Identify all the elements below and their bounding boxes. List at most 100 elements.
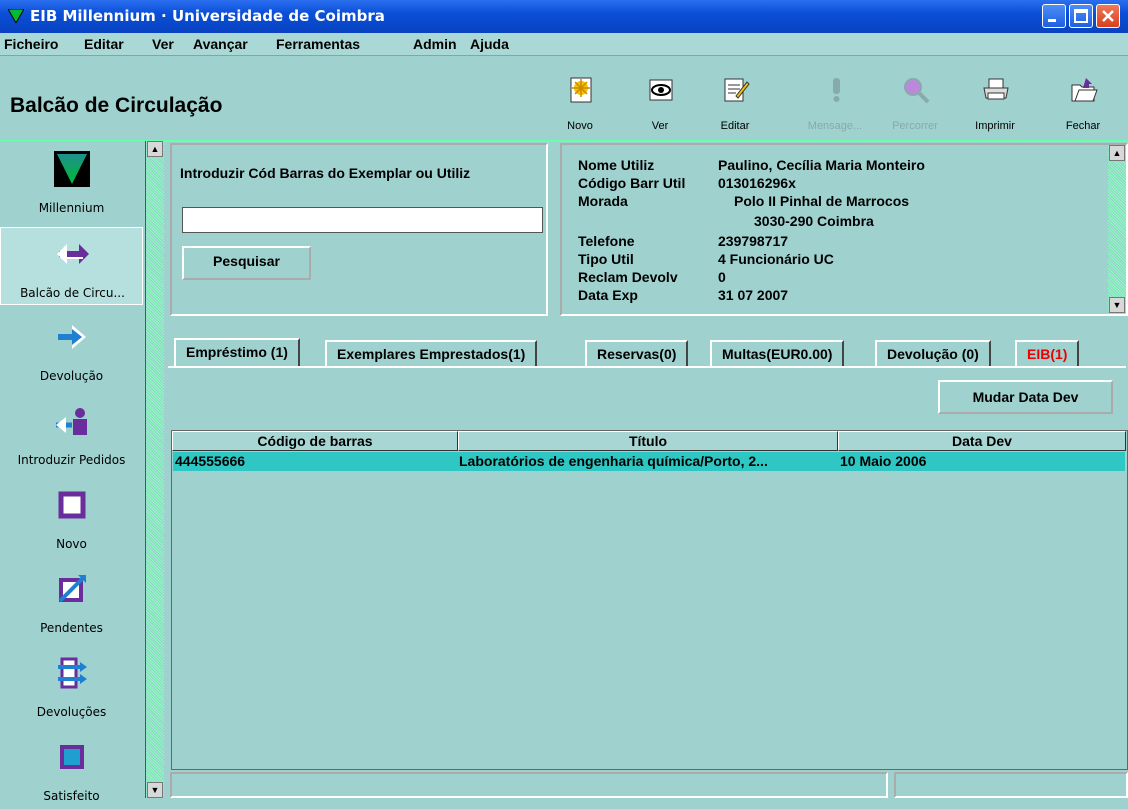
toolbar-imprimir-button[interactable]: Imprimir	[960, 60, 1030, 132]
toolbar-label: Ver	[651, 120, 669, 132]
menu-ferramentas[interactable]: Ferramentas	[276, 36, 360, 52]
double-arrow-icon	[57, 244, 89, 264]
menu-ver[interactable]: Ver	[152, 36, 174, 52]
user-field-label: Reclam Devolv	[578, 269, 678, 285]
search-label: Introduzir Cód Barras do Exemplar ou Uti…	[180, 165, 471, 181]
toolbar-percorrer-button: Percorrer	[880, 60, 950, 132]
toolbar-label: Imprimir	[975, 120, 1015, 132]
menu-bar: Ficheiro Editar Ver Avançar Ferramentas …	[0, 33, 1128, 56]
sidebar-item-label: Novo	[56, 537, 87, 551]
close-icon	[1102, 10, 1114, 22]
user-field-label: Data Exp	[578, 287, 638, 303]
column-header-title[interactable]: Título	[458, 431, 838, 451]
millennium-logo-icon	[54, 151, 90, 187]
search-panel: Introduzir Cód Barras do Exemplar ou Uti…	[170, 143, 548, 316]
close-button[interactable]	[1096, 4, 1120, 28]
user-field-label: Telefone	[578, 233, 635, 249]
printer-icon	[983, 78, 1009, 100]
scroll-up-icon[interactable]: ▲	[1109, 145, 1125, 161]
user-phone-value: 239798717	[718, 233, 789, 249]
sidebar-item-label: Millennium	[38, 201, 105, 215]
user-field-label: Tipo Util	[578, 251, 634, 267]
menu-editar[interactable]: Editar	[84, 36, 124, 52]
user-field-label: Nome Utiliz	[578, 157, 655, 173]
sidebar-item-introduzir-pedidos[interactable]: Introduzir Pedidos	[0, 395, 143, 473]
tab-multas[interactable]: Multas(EUR0.00)	[710, 340, 845, 366]
eye-icon	[649, 79, 673, 101]
column-header-barcode[interactable]: Código de barras	[172, 431, 458, 451]
sidebar-item-label: Devolução	[39, 369, 104, 383]
change-due-date-button[interactable]: Mudar Data Dev	[938, 380, 1113, 414]
satisfied-icon	[60, 745, 84, 769]
sidebar-item-pendentes[interactable]: Pendentes	[0, 563, 143, 641]
user-info-panel: Nome Utiliz Paulino, Cecília Maria Monte…	[560, 143, 1128, 316]
cell-title: Laboratórios de engenharia química/Porto…	[459, 453, 768, 469]
sidebar-item-millennium[interactable]: Millennium	[0, 143, 143, 221]
sidebar-item-label: Devoluções	[36, 705, 107, 719]
menu-ficheiro[interactable]: Ficheiro	[4, 36, 58, 52]
app-icon	[8, 9, 24, 23]
sidebar-scrollbar[interactable]: ▲ ▼	[145, 141, 164, 798]
toolbar-label: Novo	[567, 120, 593, 132]
toolbar-label: Percorrer	[892, 120, 938, 132]
sidebar-item-novo[interactable]: Novo	[0, 479, 143, 557]
sidebar-item-satisfeito[interactable]: Satisfeito	[0, 731, 143, 809]
tab-exemplares-emprestados[interactable]: Exemplares Emprestados(1)	[325, 340, 538, 366]
user-claims-value: 0	[718, 269, 726, 285]
pending-icon	[58, 575, 86, 603]
column-header-due-date[interactable]: Data Dev	[838, 431, 1126, 451]
title-bar: EIB Millennium · Universidade de Coimbra	[0, 0, 1128, 33]
sidebar-item-devolucao[interactable]: Devolução	[0, 311, 143, 389]
status-pane-main	[170, 772, 888, 798]
user-type-value: 4 Funcionário UC	[718, 251, 834, 267]
table-row[interactable]: 444555666 Laboratórios de engenharia quí…	[173, 452, 1125, 471]
barcode-input[interactable]	[182, 207, 543, 233]
toolbar-editar-button[interactable]: Editar	[700, 60, 770, 132]
user-info-scrollbar[interactable]: ▲ ▼	[1108, 145, 1126, 314]
tab-eib[interactable]: EIB(1)	[1015, 340, 1080, 366]
status-pane-secondary	[894, 772, 1128, 798]
user-expiry-value: 31 07 2007	[718, 287, 789, 303]
user-field-label: Morada	[578, 193, 628, 209]
tab-bar: Empréstimo (1) Exemplares Emprestados(1)…	[168, 338, 1126, 368]
sidebar-item-label: Pendentes	[40, 621, 103, 635]
toolbar-label: Fechar	[1065, 120, 1101, 132]
toolbar-label: Editar	[720, 120, 750, 132]
toolbar-mensagem-button: Mensage...	[800, 60, 870, 132]
maximize-icon	[1074, 9, 1088, 23]
magnifier-icon	[904, 78, 930, 104]
menu-ajuda[interactable]: Ajuda	[470, 36, 509, 52]
menu-admin[interactable]: Admin	[413, 36, 457, 52]
sidebar: Millennium Balcão de Circu... Devolução …	[0, 141, 146, 803]
user-field-label: Código Barr Util	[578, 175, 686, 191]
sidebar-item-label: Satisfeito	[43, 789, 100, 803]
toolbar-ver-button[interactable]: Ver	[625, 60, 695, 132]
request-person-icon	[56, 408, 87, 435]
sidebar-item-devolucoes[interactable]: Devoluções	[0, 647, 143, 725]
sidebar-item-label: Balcão de Circu...	[20, 286, 125, 300]
loans-table: Código de barras Título Data Dev 4445556…	[171, 430, 1128, 770]
sidebar-item-balcao[interactable]: Balcão de Circu...	[0, 227, 143, 305]
search-button[interactable]: Pesquisar	[182, 246, 311, 280]
toolbar-label: Mensage...	[807, 120, 863, 132]
toolbar-novo-button[interactable]: Novo	[545, 60, 615, 132]
return-arrow-icon	[58, 325, 86, 349]
new-document-icon	[570, 77, 592, 103]
scroll-up-icon[interactable]: ▲	[147, 141, 163, 157]
cell-barcode: 444555666	[175, 453, 246, 469]
tab-devolucao[interactable]: Devolução (0)	[875, 340, 991, 366]
minimize-button[interactable]	[1042, 4, 1066, 28]
close-folder-icon	[1071, 78, 1098, 102]
tab-emprestimo[interactable]: Empréstimo (1)	[174, 338, 300, 368]
scroll-down-icon[interactable]: ▼	[1109, 297, 1125, 313]
window-title: EIB Millennium · Universidade de Coimbra	[30, 7, 385, 25]
tab-reservas[interactable]: Reservas(0)	[585, 340, 689, 366]
user-address-line2: 3030-290 Coimbra	[754, 213, 874, 229]
toolbar-fechar-button[interactable]: Fechar	[1048, 60, 1118, 132]
maximize-button[interactable]	[1069, 4, 1093, 28]
returns-list-icon	[58, 657, 87, 689]
user-name-value: Paulino, Cecília Maria Monteiro	[718, 157, 925, 173]
scroll-down-icon[interactable]: ▼	[147, 782, 163, 798]
cell-due-date: 10 Maio 2006	[840, 453, 927, 469]
menu-avancar[interactable]: Avançar	[193, 36, 248, 52]
